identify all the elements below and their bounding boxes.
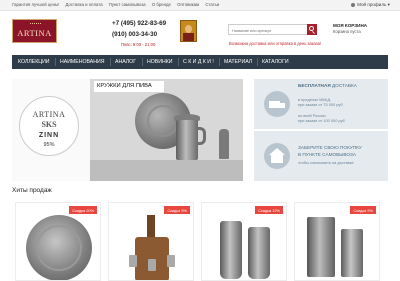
sale-badge: Скидка 5% [164, 206, 190, 214]
icon-painting-image[interactable] [180, 20, 197, 42]
search-icon [309, 26, 314, 31]
house-icon-roof [269, 148, 285, 155]
shot-glass [148, 259, 156, 271]
working-hours: Пнвс: 9:00 - 21:00 [121, 42, 156, 47]
search-icon-handle [312, 31, 315, 34]
cart-title[interactable]: МОЯ КОРЗИНА [333, 23, 367, 28]
shot-glass [129, 255, 137, 267]
product-image-goblet [220, 221, 242, 279]
banner-title: КРУЖКИ ДЛЯ ПИВА [94, 81, 164, 92]
sale-badge: Скидка 20% [69, 206, 97, 214]
logo-text: ARTINA [17, 28, 52, 38]
banner-material: ZINN [38, 132, 60, 139]
icon-face [185, 25, 192, 33]
plate-rim [147, 105, 179, 137]
sale-badge: Скидка 12% [255, 206, 283, 214]
top-link-price-guarantee[interactable]: Гарантия лучшей цены! [12, 2, 59, 7]
delivery-promo: Возможна доставка или отправка в день за… [229, 41, 322, 46]
artina-sks-logo: ARTINA SKS ZINN 95% [19, 96, 79, 156]
top-link-pickup[interactable]: Пункт самовывоза [109, 2, 146, 7]
free-delivery-title: БЕСПЛАТНАЯ ДОСТАВКА [298, 83, 357, 88]
pickup-title-line: В ПУНКТЕ САМОВЫВОЗА [298, 152, 356, 157]
nav-item-collections[interactable]: КОЛЛЕКЦИИ [18, 55, 50, 69]
beer-stein-handle [197, 127, 206, 145]
nav-item-discounts[interactable]: С К И Д К И ! [183, 55, 214, 69]
top-link-brand[interactable]: О бренде [152, 2, 171, 7]
sale-badge: Скидка 9% [350, 206, 376, 214]
delivery-line: при заказе от 100 000 руб [298, 118, 345, 123]
truck-icon-cab [280, 103, 285, 108]
icon-robe [183, 33, 194, 41]
product-card[interactable]: Скидка 12% [201, 202, 287, 281]
banner-brand-sub: SKS [41, 120, 57, 129]
nav-divider [219, 58, 220, 66]
pickup-card[interactable]: ЗАБЕРИТЕ СВОЮ ПОКУПКУ В ПУНКТЕ САМОВЫВОЗ… [254, 131, 388, 181]
banner-brand: ARTINA [32, 110, 66, 119]
logo-ornament [30, 23, 41, 26]
product-image-cup [341, 229, 363, 277]
house-icon-body [271, 155, 283, 163]
bestsellers-heading: Хиты продаж [12, 187, 52, 194]
banner-shelf [90, 160, 243, 181]
product-image-stand-top [147, 215, 155, 239]
top-links: Гарантия лучшей цены! Доставка и оплата … [12, 2, 224, 7]
nav-item-analog[interactable]: АНАЛОГ [115, 55, 136, 69]
product-image-goblet [248, 227, 270, 279]
nav-divider [257, 58, 258, 66]
product-image-plate [26, 215, 92, 280]
nav-item-catalogs[interactable]: КАТАЛОГИ [262, 55, 289, 69]
free-delivery-card[interactable]: БЕСПЛАТНАЯ ДОСТАВКА в пределах МКАД при … [254, 79, 388, 129]
truck-icon-body [269, 101, 280, 108]
pickup-subtitle: чтобы сэкономить на доставке [298, 160, 354, 165]
banner-brand-panel: ARTINA SKS ZINN 95% [12, 79, 90, 181]
top-bar: Гарантия лучшей цены! Доставка и оплата … [0, 0, 400, 11]
banner-percent: 95% [43, 142, 55, 148]
user-icon [351, 2, 356, 7]
nav-divider [55, 58, 56, 66]
top-link-delivery[interactable]: Доставка и оплата [66, 2, 103, 7]
delivery-line: при заказе от 75 000 руб [298, 102, 343, 107]
search-input[interactable] [228, 24, 308, 35]
profile-menu[interactable]: Мой профиль ▾ [351, 2, 390, 8]
main-nav: КОЛЛЕКЦИИ НАИМЕНОВАНИЯ АНАЛОГ НОВИНКИ С … [12, 55, 388, 69]
nav-divider [178, 58, 179, 66]
knight-figurine-image [219, 129, 229, 159]
product-card[interactable]: Скидка 20% [15, 202, 101, 281]
product-image-cup [307, 217, 335, 277]
nav-divider [142, 58, 143, 66]
top-link-articles[interactable]: Статьи [205, 2, 219, 7]
hero-banner[interactable]: ARTINA SKS ZINN 95% КРУЖКИ ДЛЯ ПИВА [12, 79, 243, 181]
product-card[interactable]: Скидка 9% [294, 202, 380, 281]
beer-stein-image [176, 120, 198, 160]
product-card[interactable]: Скидка 5% [108, 202, 194, 281]
nav-item-names[interactable]: НАИМЕНОВАНИЯ [60, 55, 104, 69]
cart-status: Корзина пуста [333, 29, 361, 34]
phone-secondary[interactable]: (910) 003-34-30 [112, 31, 157, 38]
nav-divider [110, 58, 111, 66]
pickup-title-line: ЗАБЕРИТЕ СВОЮ ПОКУПКУ [298, 145, 362, 150]
phone-primary[interactable]: +7 (495) 922-83-69 [112, 20, 166, 27]
site-logo[interactable]: ARTINA [12, 19, 57, 43]
shot-glass [167, 255, 175, 267]
nav-item-new[interactable]: НОВИНКИ [147, 55, 172, 69]
search-button[interactable] [307, 24, 317, 35]
plate-ring [36, 225, 82, 271]
profile-label: Мой профиль [357, 2, 387, 7]
nav-item-material[interactable]: МАТЕРИАЛ [224, 55, 252, 69]
top-link-wholesale[interactable]: Оптовикам [177, 2, 199, 7]
